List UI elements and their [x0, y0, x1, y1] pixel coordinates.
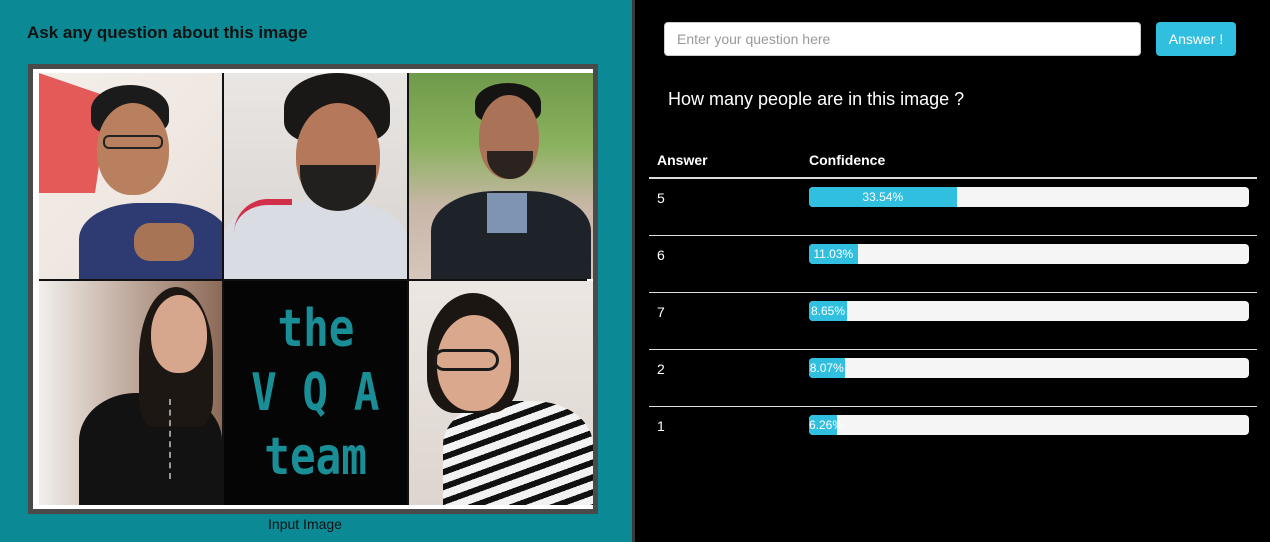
- photo-person-4: [39, 281, 222, 505]
- table-row: 1 6.26%: [649, 407, 1257, 464]
- table-row: 7 8.65%: [649, 293, 1257, 350]
- panel-divider: [632, 0, 635, 542]
- asked-question: How many people are in this image ?: [668, 89, 965, 109]
- table-row: 5 33.54%: [649, 179, 1257, 236]
- confidence-bar-fill: 8.07%: [809, 358, 845, 378]
- table-header: Answer Confidence: [649, 144, 1257, 179]
- question-input[interactable]: [664, 22, 1141, 56]
- team-text-line-2: V Q A: [251, 363, 380, 423]
- answer-value: 2: [657, 361, 665, 377]
- confidence-bar: 8.65%: [809, 301, 1249, 321]
- confidence-bar-fill: 33.54%: [809, 187, 957, 207]
- vqa-team-logo: the V Q A team: [224, 281, 407, 505]
- input-image: the V Q A team: [39, 73, 593, 505]
- photo-person-2: [224, 73, 407, 279]
- table-row: 2 8.07%: [649, 350, 1257, 407]
- input-image-frame: the V Q A team: [28, 64, 598, 514]
- answers-table: Answer Confidence 5 33.54% 6 11.03% 7 8.65% 2 8…: [649, 144, 1257, 464]
- confidence-bar-fill: 6.26%: [809, 415, 843, 435]
- photo-person-3: [409, 73, 593, 279]
- table-body: 5 33.54% 6 11.03% 7 8.65% 2 8.07% 1 6.26%: [649, 179, 1257, 464]
- photo-person-1: [39, 73, 222, 279]
- table-row: 6 11.03%: [649, 236, 1257, 293]
- image-panel: Ask any question about this image the V …: [0, 0, 632, 542]
- confidence-bar-fill: 11.03%: [809, 244, 858, 264]
- answer-value: 7: [657, 304, 665, 320]
- team-text-line-3: team: [264, 427, 367, 487]
- photo-person-5: [409, 281, 593, 505]
- answer-button[interactable]: Answer !: [1156, 22, 1236, 56]
- confidence-bar: 11.03%: [809, 244, 1249, 264]
- answer-value: 5: [657, 190, 665, 206]
- panel-title: Ask any question about this image: [27, 23, 308, 42]
- confidence-bar: 6.26%: [809, 415, 1249, 435]
- confidence-bar-fill: 8.65%: [809, 301, 848, 321]
- confidence-bar: 33.54%: [809, 187, 1249, 207]
- header-confidence: Confidence: [809, 152, 886, 168]
- image-caption: Input Image: [268, 516, 342, 532]
- header-answer: Answer: [657, 152, 708, 168]
- team-text-line-1: the: [276, 299, 355, 359]
- answer-value: 1: [657, 418, 665, 434]
- answer-value: 6: [657, 247, 665, 263]
- confidence-bar: 8.07%: [809, 358, 1249, 378]
